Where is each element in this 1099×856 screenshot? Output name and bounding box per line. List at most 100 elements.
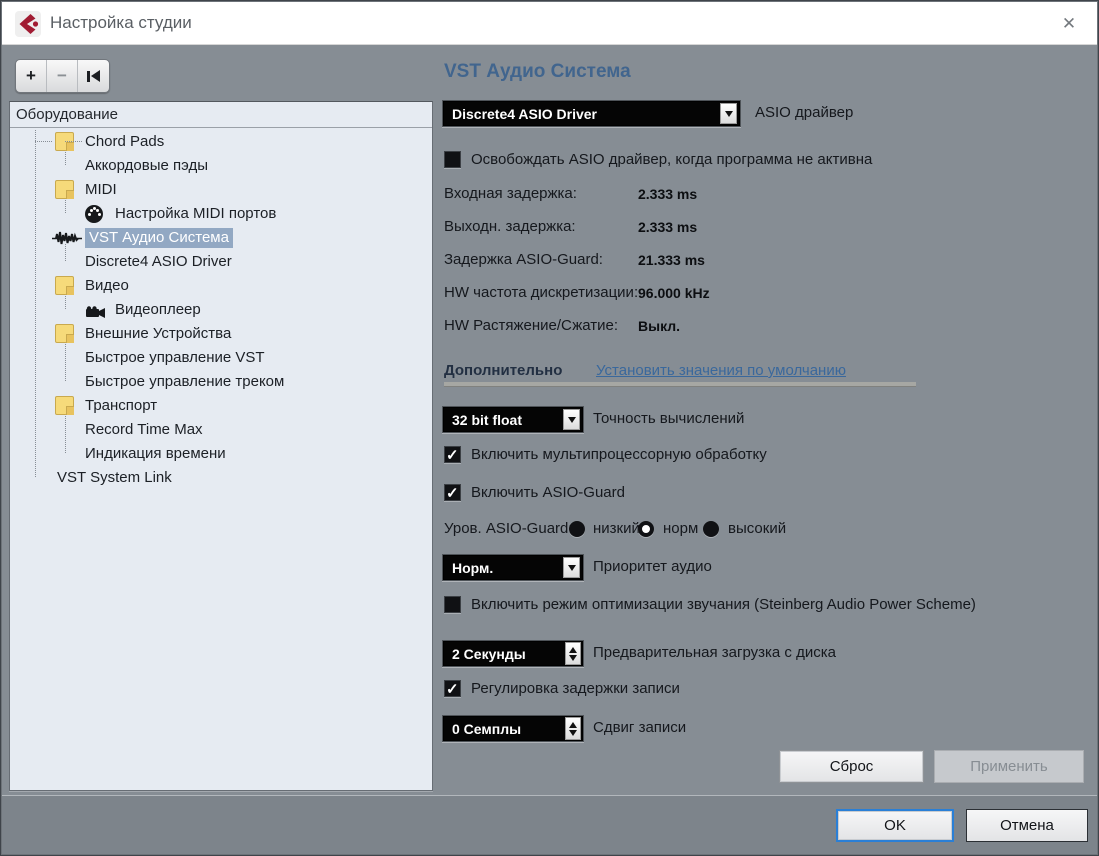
tree-item-аккордовые-пэды[interactable]: Аккордовые пэды	[10, 154, 432, 178]
precision-value: 32 bit float	[443, 412, 563, 428]
tree-item-discrete4-asio-driver[interactable]: Discrete4 ASIO Driver	[10, 250, 432, 274]
asio-guard-level-label: Уров. ASIO-Guard:	[444, 520, 573, 537]
tree-item-label: Видеоплеер	[115, 300, 201, 320]
tree-item-label: Видео	[85, 276, 129, 296]
tree-item-midi[interactable]: MIDI	[10, 178, 432, 202]
info-label: Выходн. задержка:	[444, 218, 576, 235]
info-value: Выкл.	[638, 318, 680, 334]
tree-item-label: Индикация времени	[85, 444, 226, 464]
tree-item-label: Внешние Устройства	[85, 324, 231, 344]
tree-item-label: Discrete4 ASIO Driver	[85, 252, 232, 272]
tree-item-быстрое-управление-vst[interactable]: Быстрое управление VST	[10, 346, 432, 370]
cubase-logo-icon	[15, 11, 41, 37]
studio-setup-dialog: Настройка студии ✕ + − Оборудование Chor…	[0, 0, 1099, 856]
audio-priority-value: Норм.	[443, 560, 563, 576]
asio-guard-label: Включить ASIO-Guard	[471, 484, 625, 501]
device-tree: Оборудование Chord PadsАккордовые пэдыMI…	[9, 101, 433, 791]
set-defaults-link[interactable]: Установить значения по умолчанию	[596, 362, 846, 379]
power-scheme-label: Включить режим оптимизации звучания (Ste…	[471, 596, 976, 613]
asio-driver-value: Discrete4 ASIO Driver	[443, 106, 720, 122]
info-label: HW Растяжение/Сжатие:	[444, 317, 618, 334]
info-label: HW частота дискретизации:	[444, 284, 638, 301]
reset-devices-button[interactable]	[78, 60, 109, 92]
tree-item-label: Record Time Max	[85, 420, 203, 440]
add-device-button[interactable]: +	[16, 60, 47, 92]
ok-button[interactable]: OK	[836, 809, 954, 842]
info-value: 21.333 ms	[638, 252, 705, 268]
spinner-arrows-icon[interactable]	[565, 717, 581, 740]
tree-header: Оборудование	[10, 102, 432, 128]
tree-item-label: Chord Pads	[85, 132, 164, 152]
asio-guard-checkbox[interactable]	[444, 484, 461, 501]
multiprocessing-checkbox[interactable]	[444, 446, 461, 463]
info-value: 96.000 kHz	[638, 285, 710, 301]
apply-button: Применить	[934, 750, 1084, 783]
chevron-down-icon[interactable]	[720, 103, 737, 124]
power-scheme-checkbox[interactable]	[444, 596, 461, 613]
preload-value: 2 Секунды	[443, 646, 565, 662]
spinner-arrows-icon[interactable]	[565, 642, 581, 665]
info-value: 2.333 ms	[638, 219, 697, 235]
skip-back-icon	[87, 70, 100, 82]
tree-toolbar: + −	[15, 59, 110, 93]
precision-label: Точность вычислений	[593, 410, 744, 427]
folder-icon	[55, 396, 74, 415]
tree-item-vst-system-link[interactable]: VST System Link	[10, 466, 432, 490]
tree-item-видео[interactable]: Видео	[10, 274, 432, 298]
tree-items: Chord PadsАккордовые пэдыMIDI Настройка M…	[10, 130, 432, 790]
tree-item-chord-pads[interactable]: Chord Pads	[10, 130, 432, 154]
release-driver-label: Освобождать ASIO драйвер, когда программ…	[471, 151, 872, 168]
tree-guide-stub	[65, 141, 82, 142]
radio-норм[interactable]	[638, 521, 654, 537]
audio-priority-select[interactable]: Норм.	[442, 554, 584, 581]
radio-label: высокий	[728, 520, 786, 537]
tree-item-настройка-midi-портов[interactable]: Настройка MIDI портов	[10, 202, 432, 226]
reset-button[interactable]: Сброс	[779, 750, 924, 783]
preload-spinner[interactable]: 2 Секунды	[442, 640, 584, 667]
radio-label: низкий	[593, 520, 640, 537]
folder-icon	[55, 180, 74, 199]
radio-label: норм	[663, 520, 698, 537]
radio-высокий[interactable]	[703, 521, 719, 537]
record-shift-label: Сдвиг записи	[593, 719, 686, 736]
multiprocessing-label: Включить мультипроцессорную обработку	[471, 446, 767, 463]
midi-din-icon	[85, 205, 103, 223]
remove-device-button[interactable]: −	[47, 60, 78, 92]
release-driver-checkbox[interactable]	[444, 151, 461, 168]
tree-item-label: Настройка MIDI портов	[115, 204, 276, 224]
tree-guide-stub	[35, 141, 52, 142]
chevron-down-icon[interactable]	[563, 557, 580, 578]
record-shift-value: 0 Семплы	[443, 721, 565, 737]
asio-driver-label: ASIO драйвер	[755, 104, 853, 121]
tree-item-быстрое-управление-треком[interactable]: Быстрое управление треком	[10, 370, 432, 394]
tree-item-label: Быстрое управление треком	[85, 372, 284, 392]
tree-item-видеоплеер[interactable]: Видеоплеер	[10, 298, 432, 322]
tree-item-label: VST Аудио Система	[85, 228, 233, 248]
preload-label: Предварительная загрузка с диска	[593, 644, 836, 661]
tree-item-record-time-max[interactable]: Record Time Max	[10, 418, 432, 442]
folder-icon	[55, 324, 74, 343]
record-shift-spinner[interactable]: 0 Семплы	[442, 715, 584, 742]
chevron-down-icon[interactable]	[563, 409, 580, 430]
dialog-title: Настройка студии	[50, 13, 192, 33]
tree-item-транспорт[interactable]: Транспорт	[10, 394, 432, 418]
tree-item-label: MIDI	[85, 180, 117, 200]
precision-select[interactable]: 32 bit float	[442, 406, 584, 433]
tree-item-vst-аудио-система[interactable]: VST Аудио Система	[10, 226, 432, 250]
record-latency-checkbox[interactable]	[444, 680, 461, 697]
tree-item-label: Транспорт	[85, 396, 157, 416]
tree-item-индикация-времени[interactable]: Индикация времени	[10, 442, 432, 466]
info-label: Задержка ASIO-Guard:	[444, 251, 603, 268]
record-latency-label: Регулировка задержки записи	[471, 680, 680, 697]
close-icon[interactable]: ✕	[1055, 10, 1083, 38]
tree-item-внешние-устройства[interactable]: Внешние Устройства	[10, 322, 432, 346]
tab-divider	[444, 382, 916, 387]
folder-icon	[55, 276, 74, 295]
tree-item-label: VST System Link	[57, 468, 172, 488]
tab-advanced[interactable]: Дополнительно	[444, 362, 562, 379]
asio-driver-select[interactable]: Discrete4 ASIO Driver	[442, 100, 741, 127]
cancel-button[interactable]: Отмена	[966, 809, 1088, 842]
page-title: VST Аудио Система	[444, 61, 631, 83]
title-bar: Настройка студии ✕	[2, 2, 1097, 45]
radio-низкий[interactable]	[569, 521, 585, 537]
